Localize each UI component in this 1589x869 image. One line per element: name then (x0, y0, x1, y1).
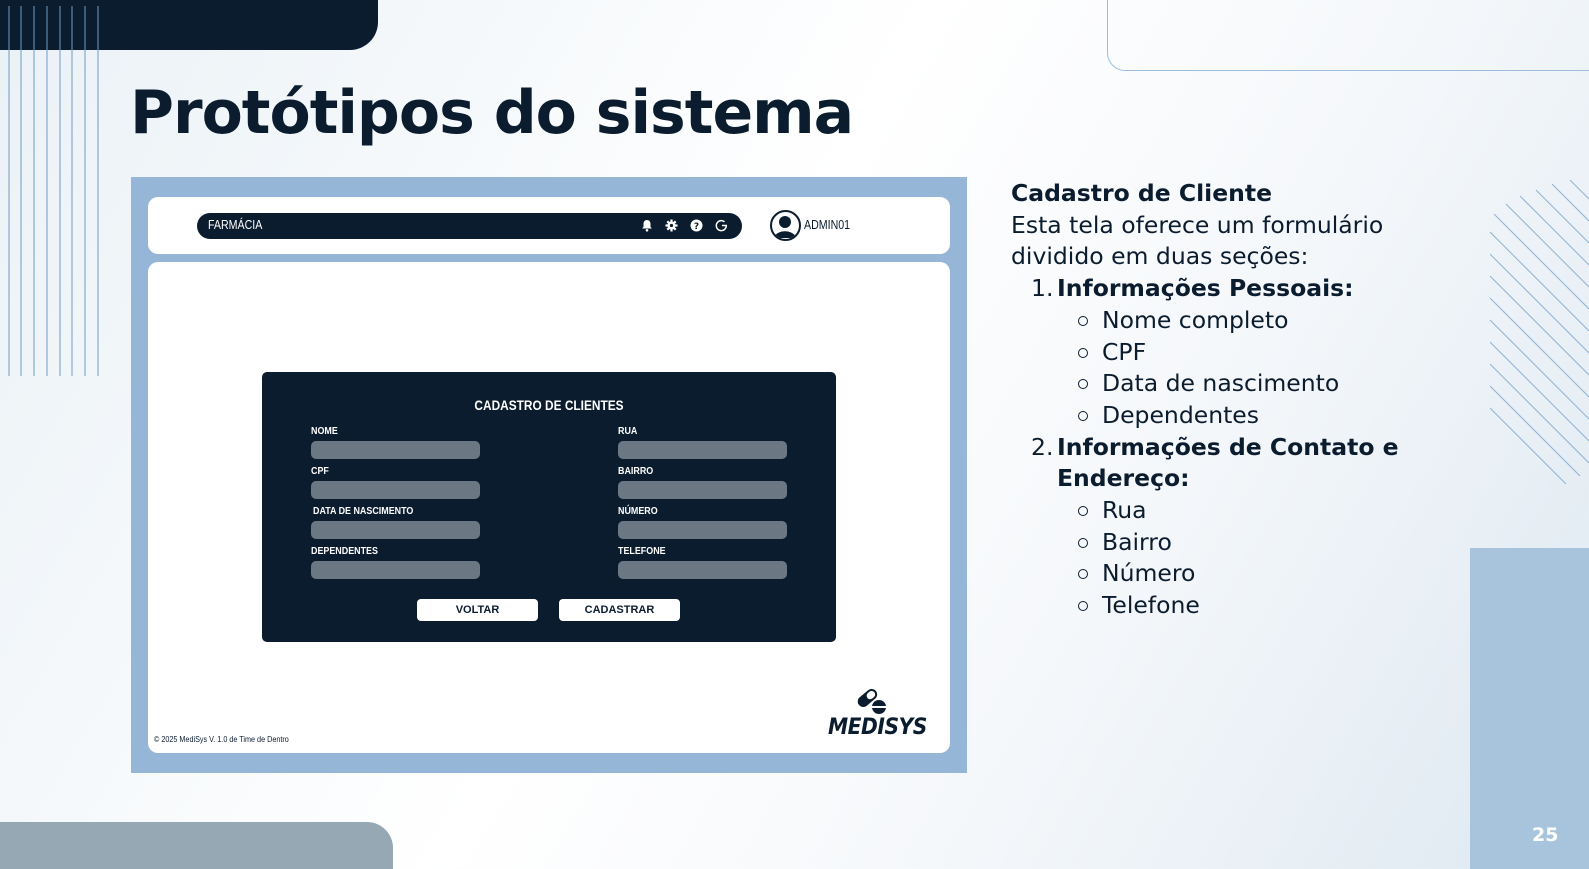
svg-text:?: ? (694, 222, 699, 232)
logout-icon[interactable] (715, 219, 728, 232)
bullet-circle-icon (1078, 601, 1088, 612)
section-title: Informações de Contato e Endereço (1057, 432, 1399, 493)
birthdate-label: DATA DE NASCIMENTO (313, 505, 414, 517)
number-input[interactable] (618, 521, 787, 539)
description-heading: Cadastro de Cliente (1011, 179, 1273, 207)
user-avatar[interactable] (770, 210, 801, 241)
section-title: Informações Pessoais (1057, 274, 1345, 303)
section-item: 2. Informações de Contato e Endereço: (1011, 432, 1451, 495)
slide-title: Protótipos do sistema (130, 78, 854, 148)
bullet-text: CPF (1102, 337, 1147, 366)
nome-label: NOME (311, 425, 338, 437)
brand-logo-text: MEDISYS (828, 715, 927, 740)
vertical-lines-decor (8, 6, 99, 376)
app-content: CADASTRO DE CLIENTES NOME CPF DATA DE NA… (148, 262, 950, 753)
bullet-item: Nome completo (1011, 305, 1451, 337)
bullet-circle-icon (1078, 569, 1088, 580)
bottom-decor-bar (0, 822, 393, 869)
bullet-text: Rua (1102, 496, 1147, 525)
gear-icon[interactable] (665, 219, 678, 232)
bullet-text: Data de nascimento (1102, 369, 1340, 398)
bullet-item: Telefone (1011, 590, 1451, 622)
bullet-text: Telefone (1102, 591, 1200, 620)
description-panel: Cadastro de Cliente Esta tela oferece um… (1011, 178, 1451, 622)
bell-icon[interactable] (640, 219, 653, 232)
bullet-circle-icon (1078, 315, 1088, 326)
section-number: 1. (1031, 274, 1054, 303)
bullet-circle-icon (1078, 410, 1088, 421)
bullet-circle-icon (1078, 347, 1088, 358)
top-right-outline-decor (1107, 0, 1589, 71)
bullet-item: Data de nascimento (1011, 368, 1451, 400)
submit-button[interactable]: CADASTRAR (559, 599, 680, 621)
bullet-text: Dependentes (1102, 400, 1260, 429)
district-label: BAIRRO (618, 465, 654, 477)
bullet-text: Nome completo (1102, 305, 1289, 334)
bullet-circle-icon (1078, 537, 1088, 548)
diagonal-lines-decor (1490, 180, 1589, 485)
description-intro: Esta tela oferece um formulário dividido… (1011, 210, 1384, 271)
bullet-circle-icon (1078, 506, 1088, 517)
district-input[interactable] (618, 481, 787, 499)
bullet-item: Rua (1011, 495, 1451, 527)
back-button[interactable]: VOLTAR (417, 599, 538, 621)
bullet-text: Bairro (1102, 527, 1172, 556)
app-header: FARMÁCIA ? ADMIN01 (148, 197, 950, 254)
prototype-screenshot: FARMÁCIA ? ADMIN01 CADASTRO DE CLIENTES … (131, 177, 967, 773)
cpf-input[interactable] (311, 481, 480, 499)
street-input[interactable] (618, 441, 787, 459)
street-label: RUA (618, 425, 638, 437)
right-decor-panel (1470, 548, 1589, 869)
bullet-item: Dependentes (1011, 400, 1451, 432)
form-title: CADASTRO DE CLIENTES (474, 398, 624, 413)
client-form-card: CADASTRO DE CLIENTES NOME CPF DATA DE NA… (262, 372, 836, 642)
section-suffix: : (1180, 464, 1190, 493)
nome-input[interactable] (311, 441, 480, 459)
phone-input[interactable] (618, 561, 787, 579)
number-label: NÚMERO (618, 505, 658, 517)
dependents-label: DEPENDENTES (311, 545, 378, 557)
footer-copyright: © 2025 MediSys V. 1.0 de Time de Dentro (154, 734, 289, 744)
pill-logo-icon (857, 688, 886, 714)
dependents-input[interactable] (311, 561, 480, 579)
bullet-item: Número (1011, 558, 1451, 590)
navbar: FARMÁCIA ? (197, 213, 742, 239)
section-suffix: : (1344, 274, 1354, 303)
bullet-item: Bairro (1011, 527, 1451, 559)
user-label: ADMIN01 (804, 218, 851, 232)
page-number: 25 (1532, 824, 1559, 846)
bullet-circle-icon (1078, 379, 1088, 390)
bullet-text: Número (1102, 559, 1196, 588)
birthdate-input[interactable] (311, 521, 480, 539)
section-number: 2. (1031, 432, 1054, 461)
help-icon[interactable]: ? (690, 219, 703, 232)
cpf-label: CPF (311, 465, 329, 477)
bullet-item: CPF (1011, 337, 1451, 369)
phone-label: TELEFONE (618, 545, 666, 557)
section-item: 1. Informações Pessoais: (1011, 273, 1451, 305)
navbar-title: FARMÁCIA (208, 218, 263, 232)
